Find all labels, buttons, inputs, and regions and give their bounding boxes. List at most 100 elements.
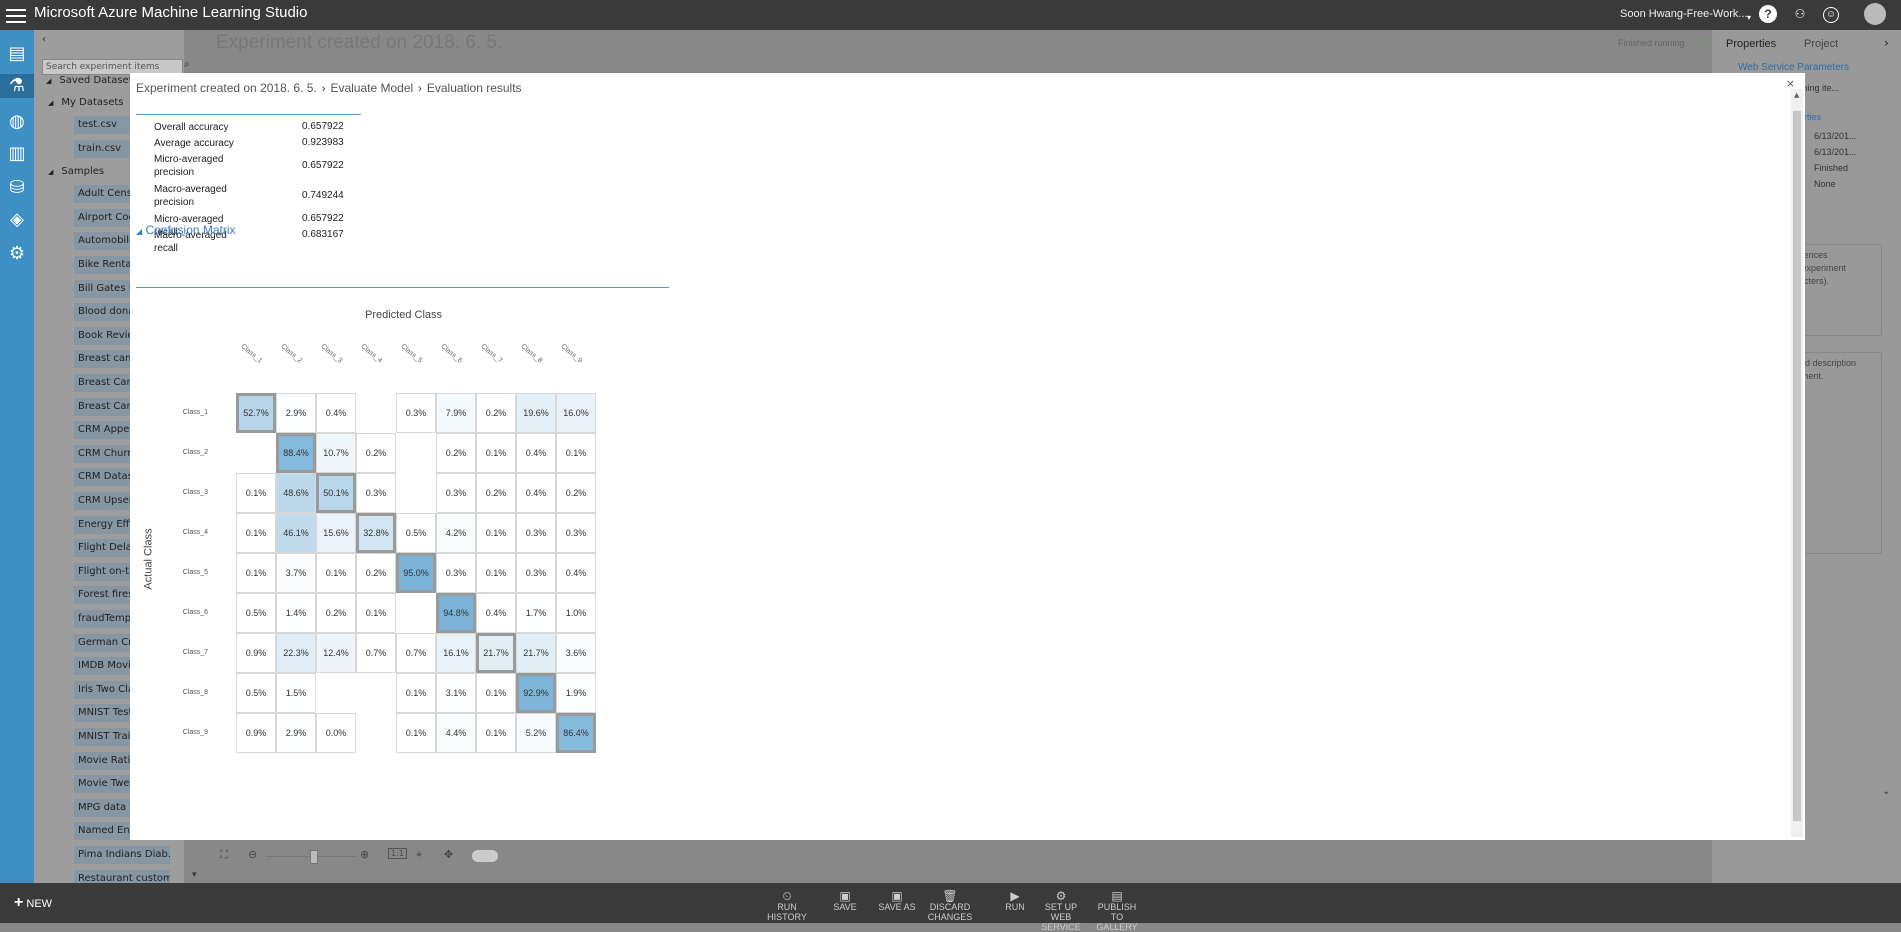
publish-to-gallery-button[interactable]: ▤ PUBLISH TO GALLERY bbox=[1092, 890, 1142, 932]
zoom-in-icon[interactable]: ⊕ bbox=[360, 848, 369, 861]
history-icon: ⏲ bbox=[782, 889, 792, 903]
tree-group-label: Samples bbox=[61, 166, 105, 178]
left-navigation: ▤ ⚗ ◍ ▥ ⛁ ◈ ⚙ bbox=[0, 30, 34, 883]
row-header: Class_6 bbox=[182, 609, 208, 616]
confusion-cell: 0.1% bbox=[316, 553, 356, 593]
minimap-toggle[interactable] bbox=[472, 850, 498, 862]
column-header: Class_7 bbox=[479, 343, 504, 365]
confusion-cell: 0.1% bbox=[236, 473, 276, 513]
tree-group[interactable]: ◢ Samples bbox=[48, 163, 104, 181]
action-label: DISCARD CHANGES bbox=[927, 902, 973, 922]
datasets-icon[interactable]: ⛁ bbox=[5, 176, 29, 200]
new-button-label: NEW bbox=[26, 898, 53, 910]
confusion-cell: 0.3% bbox=[516, 513, 556, 553]
web-services-icon[interactable]: ◍ bbox=[5, 110, 29, 134]
actual-size-icon[interactable]: 1:1 bbox=[388, 848, 407, 859]
menu-icon[interactable] bbox=[6, 5, 26, 25]
scrollbar-thumb[interactable] bbox=[1793, 111, 1801, 821]
projects-icon[interactable]: ▤ bbox=[5, 42, 29, 66]
row-header: Class_3 bbox=[182, 489, 208, 496]
confusion-cell: 0.9% bbox=[236, 633, 276, 673]
confusion-cell: 0.1% bbox=[476, 513, 516, 553]
column-header: Class_8 bbox=[519, 343, 544, 365]
tab-properties[interactable]: Properties bbox=[1726, 38, 1776, 50]
run-history-button[interactable]: ⏲ RUN HISTORY bbox=[762, 889, 812, 922]
scroll-down-icon[interactable]: ▾ bbox=[192, 870, 197, 880]
community-icon[interactable]: ⚇ bbox=[1791, 5, 1809, 23]
trash-icon: 🗑 bbox=[942, 889, 958, 903]
confusion-cell-diagonal: 86.4% bbox=[556, 713, 596, 753]
tree-group[interactable]: ◢ Saved Datasets bbox=[46, 72, 138, 90]
experiments-icon[interactable]: ⚗ bbox=[0, 74, 34, 98]
breadcrumb-evaluate-model[interactable]: Evaluate Model bbox=[330, 81, 413, 95]
pan-icon[interactable]: ✥ bbox=[444, 848, 453, 861]
new-button[interactable]: + NEW bbox=[14, 894, 52, 912]
confusion-cell: 48.6% bbox=[276, 473, 316, 513]
set-up-web-service-button[interactable]: ⚙ SET UP WEB SERVICE bbox=[1036, 890, 1086, 932]
confusion-cell bbox=[356, 673, 396, 713]
breadcrumb-experiment[interactable]: Experiment created on 2018. 6. 5. bbox=[136, 81, 317, 95]
action-label: RUN bbox=[1005, 902, 1025, 912]
confusion-cell: 0.2% bbox=[356, 433, 396, 473]
confusion-cell: 0.3% bbox=[516, 553, 556, 593]
confusion-cell: 10.7% bbox=[316, 433, 356, 473]
avatar[interactable] bbox=[1864, 3, 1886, 25]
expand-arrow-icon[interactable]: ◢ bbox=[46, 77, 51, 85]
notebooks-icon[interactable]: ▥ bbox=[5, 142, 29, 166]
status-details-value: None bbox=[1814, 179, 1836, 189]
divider bbox=[136, 287, 669, 288]
confusion-cell: 0.1% bbox=[396, 673, 436, 713]
tab-project[interactable]: Project bbox=[1804, 38, 1838, 50]
confusion-cell: 1.4% bbox=[276, 593, 316, 633]
user-workspace[interactable]: Soon Hwang-Free-Work... bbox=[1620, 8, 1748, 20]
breadcrumb: Experiment created on 2018. 6. 5. › Evalua… bbox=[136, 81, 522, 95]
confusion-cell: 0.2% bbox=[316, 593, 356, 633]
tree-group-label: My Datasets bbox=[61, 97, 124, 108]
expand-arrow-icon[interactable]: ◢ bbox=[48, 99, 53, 107]
confusion-matrix-toggle[interactable]: ◢ Confusion Matrix bbox=[136, 223, 236, 237]
run-button[interactable]: ▶ RUN bbox=[990, 890, 1040, 912]
metric-label: Overall accuracy bbox=[154, 122, 229, 133]
chevron-down-icon[interactable]: ▾ bbox=[1740, 9, 1758, 27]
collapse-triangle-icon: ◢ bbox=[136, 227, 143, 236]
expand-panel-icon[interactable]: › bbox=[1884, 36, 1889, 50]
confusion-cell: 5.2% bbox=[516, 713, 556, 753]
metric-value: 0.749244 bbox=[302, 190, 344, 201]
feedback-smiley-icon[interactable]: ☺ bbox=[1823, 7, 1839, 23]
web-service-parameters-link[interactable]: Web Service Parameters bbox=[1738, 62, 1849, 73]
metric-value: 0.683167 bbox=[302, 229, 344, 240]
vertical-scrollbar[interactable]: ▲ bbox=[1791, 89, 1803, 837]
tree-group[interactable]: ◢ My Datasets bbox=[48, 94, 124, 112]
metric-label: Average accuracy bbox=[154, 138, 234, 149]
confusion-cell: 3.1% bbox=[436, 673, 476, 713]
confusion-cell: 0.2% bbox=[356, 553, 396, 593]
fit-icon[interactable]: ⛶ bbox=[220, 848, 228, 862]
confusion-cell bbox=[396, 433, 436, 473]
divider bbox=[136, 114, 361, 115]
zoom-to-fit-icon[interactable]: ⌖ bbox=[416, 848, 422, 862]
dataset-item[interactable]: Pima Indians Diab... bbox=[74, 846, 170, 864]
row-header: Class_2 bbox=[182, 449, 208, 456]
scroll-up-icon[interactable]: ▲ bbox=[1794, 91, 1799, 99]
action-label: RUN HISTORY bbox=[767, 902, 807, 922]
confusion-cell-diagonal: 92.9% bbox=[516, 673, 556, 713]
expand-arrow-icon[interactable]: ◢ bbox=[48, 168, 53, 176]
trained-models-icon[interactable]: ◈ bbox=[5, 208, 29, 232]
experiment-title[interactable]: Experiment created on 2018. 6. 5. bbox=[216, 32, 502, 54]
save-button[interactable]: ▣ SAVE bbox=[820, 890, 870, 912]
chevron-down-icon[interactable]: ⌄ bbox=[1882, 786, 1890, 797]
confusion-cell: 0.1% bbox=[356, 593, 396, 633]
zoom-slider-handle[interactable] bbox=[310, 850, 318, 864]
settings-gear-icon[interactable]: ⚙ bbox=[5, 242, 29, 266]
confusion-cell: 15.6% bbox=[316, 513, 356, 553]
discard-changes-button[interactable]: 🗑 DISCARD CHANGES bbox=[925, 889, 975, 922]
collapse-panel-icon[interactable]: ‹ bbox=[42, 34, 46, 45]
help-icon[interactable]: ? bbox=[1759, 5, 1777, 23]
search-icon[interactable]: ⌕ bbox=[184, 59, 190, 70]
save-as-button[interactable]: ▣ SAVE AS bbox=[872, 890, 922, 912]
zoom-out-icon[interactable]: ⊖ bbox=[248, 848, 257, 861]
column-header: Class_5 bbox=[399, 343, 424, 365]
metric-value: 0.657922 bbox=[302, 160, 344, 171]
confusion-cell-diagonal: 52.7% bbox=[236, 393, 276, 433]
confusion-cell: 0.3% bbox=[356, 473, 396, 513]
